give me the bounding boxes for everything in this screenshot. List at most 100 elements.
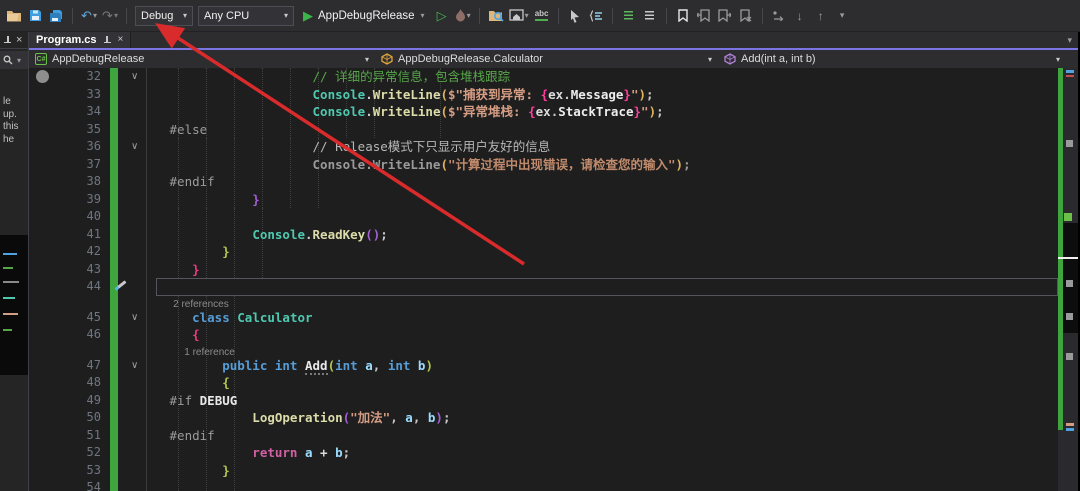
outlining-margin[interactable] [118, 326, 156, 344]
code-text[interactable]: // 详细的异常信息，包含堆栈跟踪 [156, 68, 1058, 86]
undo-button[interactable]: ↶▾ [81, 6, 97, 26]
hot-reload-button[interactable]: ▾ [455, 6, 471, 26]
code-text[interactable]: #endif [156, 173, 1058, 191]
save-icon[interactable] [27, 6, 43, 26]
outlining-margin[interactable] [118, 173, 156, 191]
tab-program-cs[interactable]: Program.cs × [29, 32, 131, 48]
code-line[interactable]: 43 } [29, 261, 1058, 279]
code-line[interactable]: 36∨ // Release模式下只显示用户友好的信息 [29, 138, 1058, 156]
tab-list-menu-icon[interactable]: ▾ [1067, 35, 1072, 46]
solution-configuration-select[interactable]: Debug▾ [135, 6, 193, 26]
pin-icon[interactable] [103, 36, 112, 45]
code-text[interactable]: public int Add(int a, int b) [156, 357, 1058, 375]
code-line[interactable]: 34 Console.WriteLine($"异常堆栈: {ex.StackTr… [29, 103, 1058, 121]
previous-bookmark-icon[interactable] [696, 6, 712, 26]
codelens-row[interactable]: 2 references [29, 296, 1058, 309]
breakpoint-margin[interactable] [29, 156, 55, 174]
member-dropdown[interactable]: Add(int a, int b) ▾ [718, 50, 1080, 68]
pin-icon[interactable] [3, 36, 12, 45]
breakpoint-margin[interactable] [29, 309, 55, 327]
clear-bookmarks-icon[interactable] [738, 6, 754, 26]
outlining-margin[interactable] [118, 121, 156, 139]
outlining-margin[interactable] [118, 427, 156, 445]
breakpoint-margin[interactable] [29, 444, 55, 462]
outlining-margin[interactable] [118, 208, 156, 226]
toggle-bookmark-icon[interactable] [675, 6, 691, 26]
code-text[interactable]: } [156, 243, 1058, 261]
breakpoint-margin[interactable] [29, 374, 55, 392]
code-line[interactable]: 38 #endif [29, 173, 1058, 191]
code-line[interactable]: 32∨ // 详细的异常信息，包含堆栈跟踪 [29, 68, 1058, 86]
breakpoint-margin[interactable] [29, 278, 55, 296]
outlining-margin[interactable] [118, 86, 156, 104]
codelens-row[interactable]: 1 reference [29, 344, 1058, 357]
outlining-margin[interactable] [118, 103, 156, 121]
breakpoint-margin[interactable] [29, 103, 55, 121]
outlining-margin[interactable] [118, 479, 156, 491]
navigate-icon[interactable] [771, 6, 787, 26]
breakpoint-margin[interactable] [29, 226, 55, 244]
code-line[interactable]: 35 #else [29, 121, 1058, 139]
start-debugging-button[interactable]: ▶ AppDebugRelease ▾ [299, 6, 429, 26]
breakpoint-margin[interactable] [29, 86, 55, 104]
start-without-debugging-button[interactable]: ▷ [434, 6, 450, 26]
breakpoint-margin[interactable] [29, 326, 55, 344]
breakpoint-margin[interactable] [29, 68, 55, 86]
breakpoint-margin[interactable] [29, 173, 55, 191]
code-text[interactable]: Console.WriteLine($"捕获到异常: {ex.Message}"… [156, 86, 1058, 104]
code-line[interactable]: 52 return a + b; [29, 444, 1058, 462]
code-text[interactable]: #endif [156, 427, 1058, 445]
outlining-margin[interactable] [118, 226, 156, 244]
decrease-indent-icon[interactable] [621, 6, 637, 26]
code-text[interactable]: // Release模式下只显示用户友好的信息 [156, 138, 1058, 156]
home-window-icon[interactable]: ▾ [509, 6, 529, 26]
code-text[interactable] [156, 278, 1058, 296]
breakpoint-margin[interactable] [29, 261, 55, 279]
code-text[interactable]: } [156, 462, 1058, 480]
code-text[interactable]: class Calculator [156, 309, 1058, 327]
code-text[interactable] [156, 479, 1058, 491]
solution-platform-select[interactable]: Any CPU▾ [198, 6, 294, 26]
code-text[interactable]: return a + b; [156, 444, 1058, 462]
breakpoint-margin[interactable] [29, 409, 55, 427]
open-file-icon[interactable] [6, 6, 22, 26]
outlining-margin[interactable] [118, 243, 156, 261]
breakpoint-margin[interactable] [29, 462, 55, 480]
code-line[interactable]: 54 [29, 479, 1058, 491]
code-text[interactable]: LogOperation("加法", a, b); [156, 409, 1058, 427]
outlining-margin[interactable]: ∨ [118, 309, 156, 327]
editor-vertical-scrollbar[interactable] [1058, 68, 1078, 491]
code-line[interactable]: 49 #if DEBUG [29, 392, 1058, 410]
outlining-margin[interactable] [118, 462, 156, 480]
code-text[interactable]: Console.ReadKey(); [156, 226, 1058, 244]
type-dropdown[interactable]: AppDebugRelease.Calculator ▾ [375, 50, 718, 68]
breakpoint-margin[interactable] [29, 243, 55, 261]
breakpoint-margin[interactable] [29, 208, 55, 226]
code-line[interactable]: 46 { [29, 326, 1058, 344]
code-line[interactable]: 37 Console.WriteLine("计算过程中出现错误，请检查您的输入"… [29, 156, 1058, 174]
code-line[interactable]: 53 } [29, 462, 1058, 480]
panel-search-row[interactable]: ▾ [0, 51, 28, 69]
move-up-icon[interactable]: ↑ [813, 6, 829, 26]
code-line[interactable]: 41 Console.ReadKey(); [29, 226, 1058, 244]
pointer-select-icon[interactable] [567, 6, 583, 26]
outlining-margin[interactable]: ∨ [118, 68, 156, 86]
breakpoint-margin[interactable] [29, 427, 55, 445]
outlining-margin[interactable] [118, 392, 156, 410]
code-text[interactable]: } [156, 261, 1058, 279]
find-in-files-icon[interactable] [488, 6, 504, 26]
code-line[interactable]: 47∨ public int Add(int a, int b) [29, 357, 1058, 375]
code-line[interactable]: 44 [29, 278, 1058, 296]
code-line[interactable]: 48 { [29, 374, 1058, 392]
increase-indent-icon[interactable] [642, 6, 658, 26]
breakpoint-margin[interactable] [29, 121, 55, 139]
code-text[interactable]: Console.WriteLine($"异常堆栈: {ex.StackTrace… [156, 103, 1058, 121]
code-text[interactable]: { [156, 374, 1058, 392]
code-line[interactable]: 50 LogOperation("加法", a, b); [29, 409, 1058, 427]
outlining-margin[interactable] [118, 261, 156, 279]
code-editor[interactable]: 32∨ // 详细的异常信息，包含堆栈跟踪33 Console.WriteLin… [29, 68, 1058, 491]
breakpoint-margin[interactable] [29, 138, 55, 156]
code-text[interactable]: #else [156, 121, 1058, 139]
spell-check-icon[interactable]: abc [534, 6, 550, 26]
project-dropdown[interactable]: C# AppDebugRelease ▾ [29, 50, 375, 68]
